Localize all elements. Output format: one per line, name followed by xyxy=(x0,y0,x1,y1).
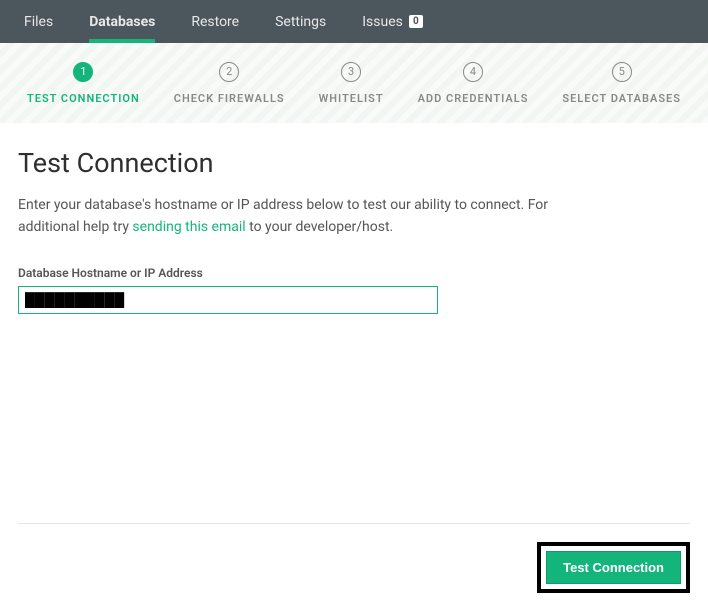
highlight-box: Test Connection xyxy=(537,542,690,593)
nav-settings[interactable]: Settings xyxy=(257,0,344,43)
footer: Test Connection xyxy=(18,523,690,593)
step-label: WHITELIST xyxy=(319,92,384,105)
send-email-link[interactable]: sending this email xyxy=(132,219,245,235)
step-test-connection[interactable]: 1 TEST CONNECTION xyxy=(27,62,140,105)
issues-badge: 0 xyxy=(409,15,423,28)
divider xyxy=(18,523,690,524)
step-check-firewalls[interactable]: 2 CHECK FIREWALLS xyxy=(174,62,285,105)
step-number-icon: 4 xyxy=(463,62,483,82)
step-label: CHECK FIREWALLS xyxy=(174,92,285,105)
step-label: TEST CONNECTION xyxy=(27,92,140,105)
hostname-label: Database Hostname or IP Address xyxy=(18,266,690,280)
footer-actions: Test Connection xyxy=(18,542,690,593)
step-number-icon: 1 xyxy=(73,62,93,82)
step-label: ADD CREDENTIALS xyxy=(418,92,529,105)
step-number-icon: 3 xyxy=(341,62,361,82)
step-add-credentials[interactable]: 4 ADD CREDENTIALS xyxy=(418,62,529,105)
page-description: Enter your database's hostname or IP add… xyxy=(18,195,558,238)
nav-issues[interactable]: Issues 0 xyxy=(344,0,441,43)
step-number-icon: 5 xyxy=(612,62,632,82)
test-connection-button[interactable]: Test Connection xyxy=(546,551,681,584)
page-title: Test Connection xyxy=(18,147,690,179)
main-content: Test Connection Enter your database's ho… xyxy=(0,123,708,314)
nav-restore[interactable]: Restore xyxy=(173,0,257,43)
step-whitelist[interactable]: 3 WHITELIST xyxy=(319,62,384,105)
step-select-databases[interactable]: 5 SELECT DATABASES xyxy=(562,62,681,105)
step-label: SELECT DATABASES xyxy=(562,92,681,105)
top-nav: Files Databases Restore Settings Issues … xyxy=(0,0,708,43)
wizard-steps: 1 TEST CONNECTION 2 CHECK FIREWALLS 3 WH… xyxy=(0,43,708,123)
hostname-input[interactable] xyxy=(18,286,438,314)
step-number-icon: 2 xyxy=(219,62,239,82)
nav-files[interactable]: Files xyxy=(6,0,71,43)
nav-databases[interactable]: Databases xyxy=(71,0,173,43)
